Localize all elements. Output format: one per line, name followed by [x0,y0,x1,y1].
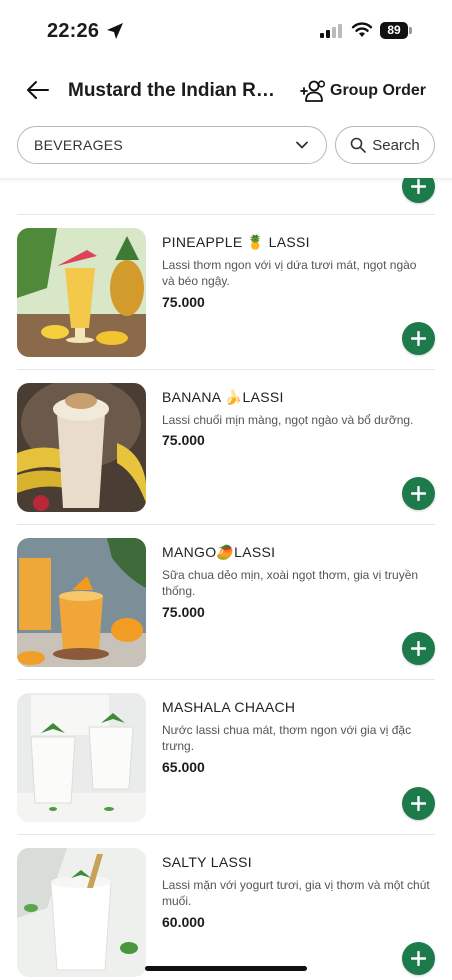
status-time: 22:26 [47,20,100,42]
search-button[interactable]: Search [335,126,435,164]
list-item[interactable]: MASHALA CHAACH Nước lassi chua mát, thơm… [0,679,452,834]
item-name: PINEAPPLE 🍍 LASSI [162,234,310,250]
divider [17,369,435,370]
item-name: MASHALA CHAACH [162,699,296,715]
item-image [17,848,146,977]
add-to-cart-button[interactable] [402,477,435,510]
group-add-icon [300,80,326,102]
item-name: SALTY LASSI [162,854,252,870]
item-image [17,538,146,667]
list-item[interactable]: PINEAPPLE 🍍 LASSI Lassi thơm ngon với vị… [0,214,452,369]
item-price: 75.000 [162,432,205,448]
list-item[interactable]: MANGO🥭LASSI Sữa chua dẻo mịn, xoài ngọt … [0,524,452,679]
divider [17,524,435,525]
divider [17,679,435,680]
group-order-label: Group Order [330,82,427,99]
add-to-cart-button[interactable] [402,632,435,665]
group-order-button[interactable]: Group Order [300,78,426,104]
item-name: BANANA 🍌LASSI [162,389,284,405]
item-description: Nước lassi chua mát, thơm ngon với gia v… [162,723,412,753]
plus-icon [411,796,426,811]
list-item-partial [0,178,452,214]
plus-icon [411,179,426,194]
search-label: Search [372,136,420,154]
item-price: 75.000 [162,604,205,620]
item-price: 60.000 [162,914,205,930]
battery-level: 89 [387,23,401,37]
add-to-cart-button[interactable] [402,787,435,820]
item-image [17,383,146,512]
page-title: Mustard the Indian Re... [68,80,280,101]
cellular-signal-icon [320,24,342,38]
plus-icon [411,951,426,966]
wifi-icon [351,22,373,37]
menu-list[interactable]: PINEAPPLE 🍍 LASSI Lassi thơm ngon với vị… [0,178,452,980]
add-to-cart-button[interactable] [402,322,435,355]
chevron-down-icon [296,141,308,149]
plus-icon [411,641,426,656]
plus-icon [411,331,426,346]
battery-icon: 89 [380,22,412,39]
item-description: Lassi mặn với yogurt tươi, gia vị thơm v… [162,878,430,908]
list-item[interactable]: SALTY LASSI Lassi mặn với yogurt tươi, g… [0,834,452,980]
location-arrow-icon [107,23,123,39]
item-description: Sữa chua dẻo mịn, xoài ngọt thơm, gia vị… [162,568,419,598]
item-description: Lassi chuối mịn màng, ngọt ngào và bổ dư… [162,413,414,427]
home-indicator[interactable] [145,966,307,971]
list-item[interactable]: BANANA 🍌LASSI Lassi chuối mịn màng, ngọt… [0,369,452,524]
divider [17,834,435,835]
item-image [17,693,146,822]
divider [17,214,435,215]
item-price: 65.000 [162,759,205,775]
category-label: BEVERAGES [34,137,124,153]
item-name: MANGO🥭LASSI [162,544,276,560]
plus-icon [411,486,426,501]
header: Mustard the Indian Re... Group Order [0,62,452,120]
search-icon [350,137,367,153]
status-bar: 22:26 89 [0,0,452,62]
item-price: 75.000 [162,294,205,310]
add-to-cart-button[interactable] [402,178,435,203]
add-to-cart-button[interactable] [402,942,435,975]
back-arrow-icon[interactable] [26,80,50,100]
item-description: Lassi thơm ngon với vị dứa tươi mát, ngọ… [162,258,417,288]
item-image [17,228,146,357]
category-dropdown[interactable]: BEVERAGES [17,126,327,164]
filter-row: BEVERAGES Search [0,126,452,178]
